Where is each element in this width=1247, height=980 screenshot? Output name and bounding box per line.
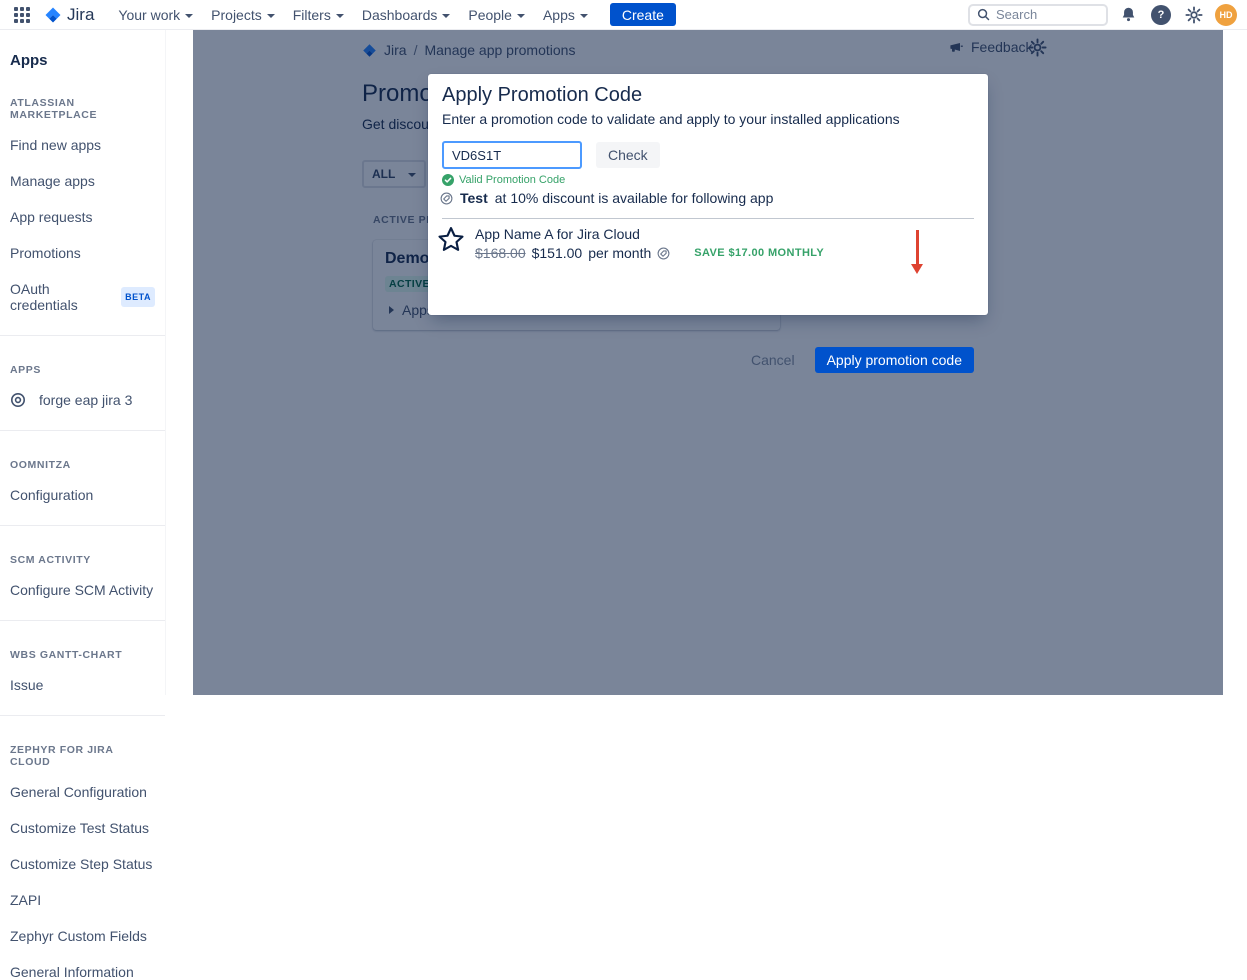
app-name: App Name A for Jira Cloud (475, 226, 640, 242)
chevron-down-icon (336, 14, 344, 18)
jira-logo-icon (44, 6, 62, 24)
app-target-icon (10, 392, 26, 408)
tag-circle-icon (657, 247, 670, 260)
app-star-icon (436, 225, 466, 255)
app-switcher-icon[interactable] (10, 3, 34, 27)
chevron-down-icon (442, 14, 450, 18)
sidebar-item-zapi[interactable]: ZAPI (10, 892, 155, 908)
apps-sidebar: Apps ATLASSIAN MARKETPLACE Find new apps… (0, 30, 166, 695)
sidebar-item-app-requests[interactable]: App requests (10, 209, 155, 225)
sidebar-item-issue[interactable]: Issue (10, 677, 155, 693)
section-oomnitza: OOMNITZA (10, 459, 155, 471)
gear-icon (1185, 6, 1203, 24)
old-price: $168.00 (475, 245, 526, 261)
new-price: $151.00 (532, 245, 583, 261)
dialog-footer: Cancel Apply promotion code (739, 347, 974, 373)
sidebar-item-general-information[interactable]: General Information (10, 964, 155, 980)
notifications-button[interactable] (1118, 4, 1139, 25)
nav-projects[interactable]: Projects (203, 3, 283, 27)
discount-text: at 10% discount is available for followi… (495, 190, 774, 206)
nav-apps[interactable]: Apps (535, 3, 596, 27)
sidebar-divider (0, 335, 165, 336)
annotation-red-arrow-down-icon (909, 230, 925, 276)
nav-people[interactable]: People (460, 3, 533, 27)
promotion-code-input[interactable] (442, 141, 582, 169)
dialog-divider (442, 218, 974, 219)
discount-info: Test at 10% discount is available for fo… (440, 190, 773, 206)
create-button[interactable]: Create (610, 3, 676, 26)
section-atlassian-marketplace: ATLASSIAN MARKETPLACE (10, 97, 155, 121)
bell-icon (1120, 6, 1137, 23)
app-pricing: $168.00 $151.00 per month SAVE $17.00 MO… (475, 245, 824, 261)
sidebar-item-configuration[interactable]: Configuration (10, 487, 155, 503)
dialog-title: Apply Promotion Code (442, 84, 642, 107)
sidebar-item-configure-scm-activity[interactable]: Configure SCM Activity (10, 582, 155, 598)
chevron-down-icon (517, 14, 525, 18)
sidebar-item-customize-test-status[interactable]: Customize Test Status (10, 820, 155, 836)
check-circle-icon (442, 174, 454, 186)
sidebar-item-promotions[interactable]: Promotions (10, 245, 155, 261)
sidebar-item-find-new-apps[interactable]: Find new apps (10, 137, 155, 153)
chevron-down-icon (185, 14, 193, 18)
cancel-button[interactable]: Cancel (739, 347, 807, 373)
search-icon (977, 8, 990, 21)
nav-your-work[interactable]: Your work (110, 3, 201, 27)
chevron-down-icon (267, 14, 275, 18)
jira-logo[interactable]: Jira (44, 5, 94, 25)
dialog-description: Enter a promotion code to validate and a… (442, 111, 900, 127)
beta-badge: BETA (121, 287, 155, 307)
sidebar-item-customize-step-status[interactable]: Customize Step Status (10, 856, 155, 872)
sidebar-item-manage-apps[interactable]: Manage apps (10, 173, 155, 189)
apply-promotion-code-button[interactable]: Apply promotion code (815, 347, 974, 373)
user-avatar[interactable]: HD (1215, 4, 1237, 26)
sidebar-divider (0, 715, 165, 716)
tag-circle-icon (440, 192, 453, 205)
search-input[interactable] (996, 7, 1096, 22)
section-scm-activity: SCM ACTIVITY (10, 554, 155, 566)
sidebar-item-forge-eap-jira-3[interactable]: forge eap jira 3 (10, 392, 155, 408)
question-icon: ? (1151, 5, 1171, 25)
savings-label: SAVE $17.00 MONTHLY (694, 247, 824, 259)
promotion-name: Test (460, 190, 488, 206)
top-navbar: Jira Your work Projects Filters Dashboar… (0, 0, 1247, 30)
sidebar-title: Apps (10, 52, 155, 69)
sidebar-divider (0, 620, 165, 621)
billing-period: per month (588, 245, 651, 261)
section-apps: APPS (10, 364, 155, 376)
help-button[interactable]: ? (1149, 3, 1173, 27)
apply-promotion-code-dialog: Apply Promotion Code Enter a promotion c… (428, 74, 988, 315)
check-button[interactable]: Check (596, 142, 660, 168)
validation-message: Valid Promotion Code (442, 174, 565, 186)
sidebar-item-oauth-credentials[interactable]: OAuth credentials BETA (10, 281, 155, 313)
section-wbs-gantt-chart: WBS GANTT-CHART (10, 649, 155, 661)
chevron-down-icon (580, 14, 588, 18)
nav-filters[interactable]: Filters (285, 3, 352, 27)
sidebar-divider (0, 525, 165, 526)
section-zephyr-for-jira-cloud: ZEPHYR FOR JIRA CLOUD (10, 744, 155, 768)
sidebar-item-zephyr-custom-fields[interactable]: Zephyr Custom Fields (10, 928, 155, 944)
sidebar-divider (0, 430, 165, 431)
sidebar-item-general-configuration[interactable]: General Configuration (10, 784, 155, 800)
nav-dashboards[interactable]: Dashboards (354, 3, 459, 27)
global-search[interactable] (968, 4, 1108, 26)
settings-button[interactable] (1183, 4, 1205, 26)
jira-logo-text: Jira (67, 5, 94, 25)
